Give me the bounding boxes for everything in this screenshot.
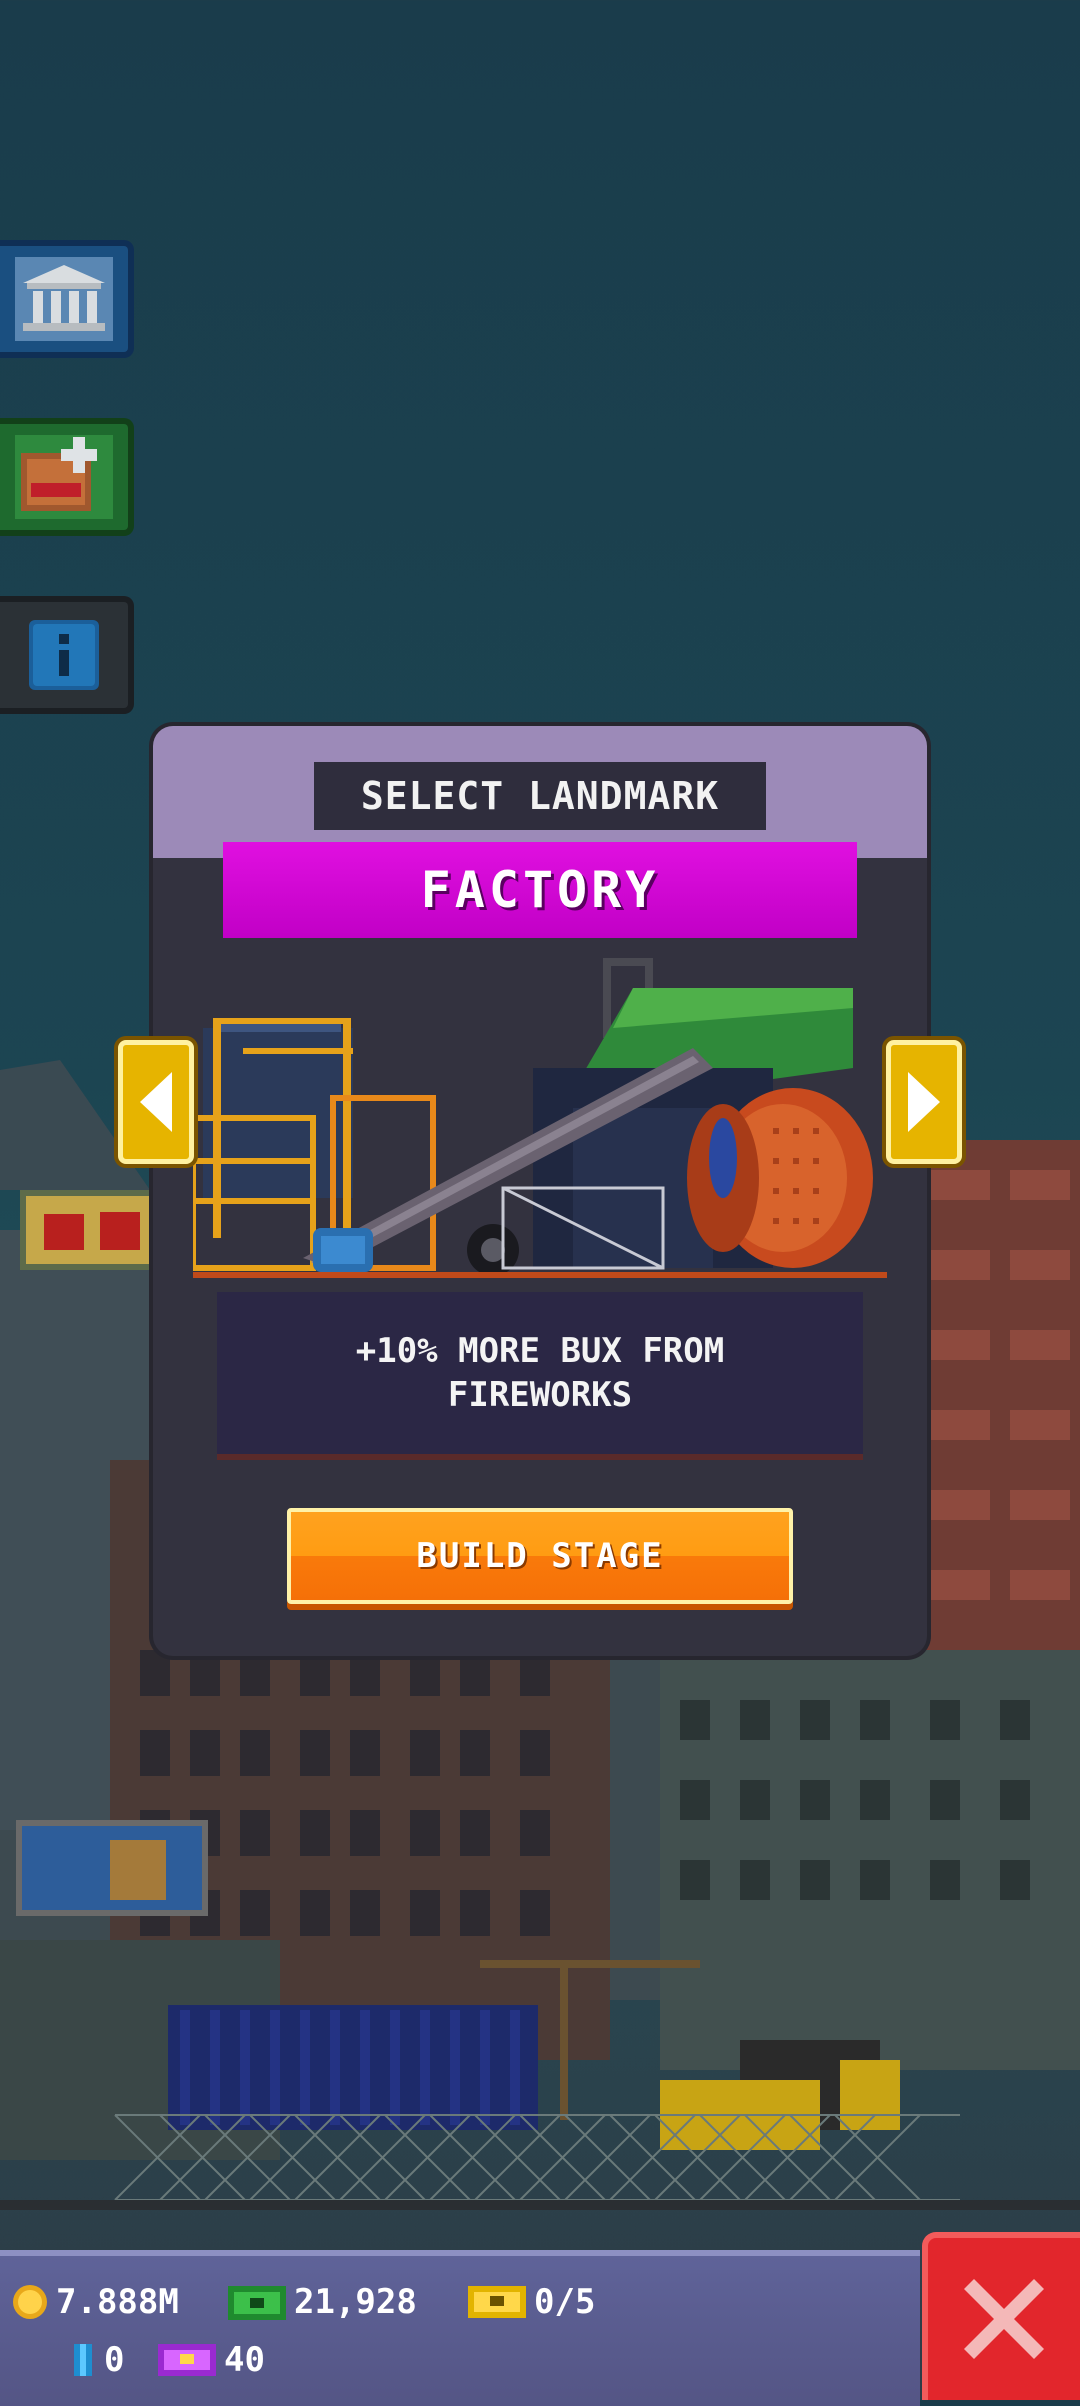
- bux-display: 21,928: [228, 2282, 417, 2322]
- arrow-left-icon: [140, 1072, 172, 1132]
- close-icon: [964, 2279, 1044, 2359]
- gems-display: 0: [72, 2340, 124, 2380]
- museum-button[interactable]: [0, 240, 134, 358]
- landmark-name: FACTORY: [223, 842, 857, 938]
- bux-value: 21,928: [294, 2282, 417, 2322]
- select-landmark-modal: SELECT LANDMARK FACTORY +10% MORE BUX FR…: [153, 726, 927, 1656]
- blueprint-add-button[interactable]: [0, 418, 134, 536]
- build-stage-button[interactable]: BUILD STAGE: [287, 1508, 793, 1604]
- blueprint-add-icon: [15, 435, 113, 519]
- ticket-icon: [468, 2286, 526, 2318]
- vip-ticket-icon: [158, 2344, 216, 2376]
- info-icon: [29, 620, 99, 690]
- gems-value: 0: [104, 2340, 125, 2380]
- gem-icon: [74, 2344, 92, 2376]
- tickets-value: 0/5: [534, 2282, 596, 2322]
- resource-bar: 7.888M 21,928 0/5 0 40: [0, 2250, 920, 2406]
- close-button[interactable]: [922, 2232, 1080, 2400]
- tickets-display: 0/5: [468, 2282, 595, 2322]
- arrow-right-icon: [908, 1072, 940, 1132]
- coins-value: 7.888M: [56, 2282, 179, 2322]
- coin-icon: [13, 2285, 47, 2319]
- info-button[interactable]: [0, 596, 134, 714]
- next-landmark-button[interactable]: [886, 1040, 962, 1164]
- previous-landmark-button[interactable]: [118, 1040, 194, 1164]
- museum-icon: [15, 257, 113, 341]
- factory-illustration: [193, 958, 887, 1288]
- modal-title: SELECT LANDMARK: [314, 762, 766, 830]
- coins-display: 7.888M: [10, 2282, 179, 2322]
- vip-value: 40: [224, 2340, 265, 2380]
- vip-display: 40: [158, 2340, 265, 2380]
- bux-icon: [228, 2286, 286, 2320]
- landmark-description: +10% MORE BUX FROM FIREWORKS: [217, 1292, 863, 1460]
